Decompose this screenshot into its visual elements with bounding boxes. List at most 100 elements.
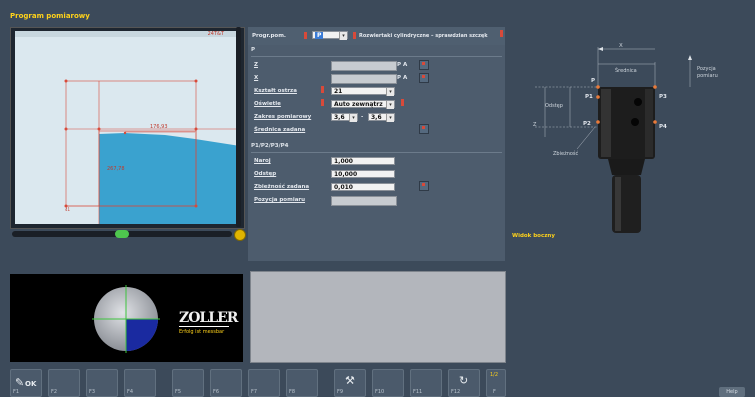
odstep-value: 10,000 <box>334 171 358 178</box>
tool-region <box>99 133 240 224</box>
zbieznosc-pick-button[interactable] <box>419 181 429 191</box>
f11-key-label: F11 <box>413 389 423 395</box>
window-title: Program pomiarowy <box>10 12 90 20</box>
viewer-vertical-scrollbar[interactable] <box>236 27 241 227</box>
f2-button[interactable]: F2 <box>48 369 80 397</box>
required-marker <box>321 99 324 106</box>
point-p2-label: P2 <box>583 121 591 127</box>
f3-button[interactable]: F3 <box>86 369 118 397</box>
ksztalt-select[interactable]: 21 ▾ <box>331 87 395 96</box>
f5-key-label: F5 <box>175 389 182 395</box>
ksztalt-value: 21 <box>334 88 343 95</box>
camera-view[interactable]: ZOLLER Erfolg ist messbar <box>10 274 243 362</box>
srednica-pick-button[interactable] <box>419 124 429 134</box>
dim-label-mid: 267,78 <box>107 166 125 172</box>
f9-key-label: F9 <box>337 389 344 395</box>
f4-button[interactable]: F4 <box>124 369 156 397</box>
chevron-down-icon: ▾ <box>386 88 394 96</box>
zbieznosc-label: Zbieżność zadana <box>254 184 310 190</box>
z-label: Z <box>254 62 258 68</box>
x-input[interactable] <box>331 74 397 84</box>
point-p-label: P <box>591 78 596 84</box>
zakres-to-value: 3,6 <box>371 114 382 121</box>
zakres-to-select[interactable]: 3,6 ▾ <box>368 113 395 122</box>
ok-check-icon: ✎ <box>15 376 25 389</box>
required-marker <box>401 99 404 106</box>
program-label: Progr.pom. <box>252 33 287 39</box>
zbieznosc-input[interactable]: 0,010 <box>331 183 395 191</box>
f12-key-label: F12 <box>451 389 461 395</box>
f6-key-label: F6 <box>213 389 220 395</box>
f6-button[interactable]: F6 <box>210 369 242 397</box>
zoom-slider[interactable] <box>12 230 232 238</box>
program-select[interactable]: P ▾ <box>312 31 348 40</box>
required-marker <box>353 32 356 39</box>
chevron-down-icon: ▾ <box>339 32 347 40</box>
zakres-from-select[interactable]: 3,6 ▾ <box>331 113 358 122</box>
contour-canvas[interactable]: 24T&T 176,93 267,78 41 <box>15 31 240 224</box>
required-marker <box>304 32 307 39</box>
measure-position-label-2: pomiaru <box>697 73 718 79</box>
f12-button[interactable]: ↻ F12 <box>448 369 480 397</box>
point-p1-label: P1 <box>585 94 593 100</box>
zakres-from-value: 3,6 <box>334 114 345 121</box>
zakres-label: Zakres pomiarowy <box>254 114 312 120</box>
f10-key-label: F10 <box>375 389 385 395</box>
page-toggle-button[interactable]: 1/2 F <box>486 369 506 397</box>
ksztalt-label: Kształt ostrza <box>254 88 297 94</box>
form-header: Progr.pom. P ▾ Rozwiertaki cylindryczne … <box>248 27 505 45</box>
required-marker <box>500 30 503 37</box>
z-input[interactable] <box>331 61 397 71</box>
page-toggle-key: F <box>493 389 496 395</box>
zoller-brand: ZOLLER <box>179 310 238 327</box>
pozycja-input[interactable] <box>331 196 397 206</box>
oswietl-select[interactable]: Auto zewnątrz ▾ <box>331 100 395 109</box>
x-pick-button[interactable] <box>419 73 429 83</box>
program-description: Rozwiertaki cylindryczne – sprawdzian sz… <box>359 33 488 39</box>
f10-button[interactable]: F10 <box>372 369 404 397</box>
slider-reset-button[interactable] <box>234 229 246 241</box>
f8-key-label: F8 <box>289 389 296 395</box>
diameter-label: Średnica <box>615 68 637 74</box>
f8-button[interactable]: F8 <box>286 369 318 397</box>
f11-button[interactable]: F11 <box>410 369 442 397</box>
reset-arrow-icon: ↻ <box>459 374 469 387</box>
contour-viewer[interactable]: 24T&T 176,93 267,78 41 <box>10 27 245 229</box>
odstep-input[interactable]: 10,000 <box>331 170 395 178</box>
chevron-down-icon: ▾ <box>386 101 394 109</box>
point-p4-label: P4 <box>659 124 667 130</box>
corner-label: 41 <box>65 207 71 212</box>
f5-button[interactable]: F5 <box>172 369 204 397</box>
f7-button[interactable]: F7 <box>248 369 280 397</box>
dim-label-top: 176,93 <box>150 124 168 130</box>
measure-position-label-1: Pozycja <box>697 66 716 72</box>
info-panel <box>250 271 506 363</box>
naroj-label: Naroj <box>254 158 271 164</box>
odstep-label: Odstęp <box>254 171 277 177</box>
program-select-value: P <box>315 32 324 39</box>
z-pa-label: P A <box>397 62 408 68</box>
zoller-slogan: Erfolg ist messbar <box>179 329 225 335</box>
z-pick-button[interactable] <box>419 60 429 70</box>
chevron-down-icon: ▾ <box>386 114 394 122</box>
x-dimension-label: X <box>619 43 623 49</box>
taper-label: Zbieżność <box>553 151 579 157</box>
naroj-value: 1,000 <box>334 158 353 165</box>
page-indicator: 1/2 <box>490 372 499 378</box>
f3-key-label: F3 <box>89 389 96 395</box>
naroj-input[interactable]: 1,000 <box>331 157 395 165</box>
tool-diagram: X Średnica Pozycja pomiaru P P1 P2 P3 P4… <box>505 27 750 242</box>
f1-key-label: F1 <box>13 389 20 395</box>
f9-button[interactable]: ⚒ F9 <box>334 369 366 397</box>
function-key-toolbar: ✎ OK F1 F2 F3 F4 F5 F6 F7 F8 ⚒ F9 F10 F1… <box>0 368 755 397</box>
x-pa-label: P A <box>397 75 408 81</box>
tool-diagram-svg <box>535 47 692 233</box>
help-button[interactable]: Help <box>719 387 745 397</box>
oswietl-label: Oświetle <box>254 101 281 107</box>
ok-button[interactable]: ✎ OK F1 <box>10 369 42 397</box>
zoom-slider-thumb[interactable] <box>115 230 129 238</box>
section-p-title: P <box>251 47 256 53</box>
zakres-separator: - <box>361 114 364 120</box>
zbieznosc-value: 0,010 <box>334 184 353 191</box>
f2-key-label: F2 <box>51 389 58 395</box>
